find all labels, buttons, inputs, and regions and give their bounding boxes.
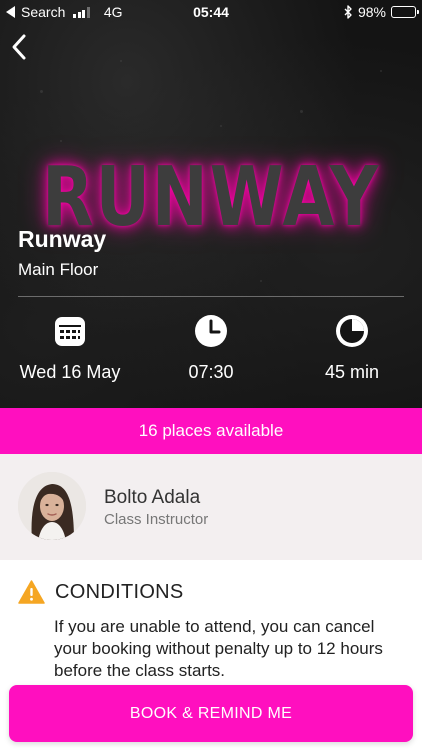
clock-icon <box>195 315 227 347</box>
status-bar: Search 4G 05:44 98% <box>0 0 422 24</box>
instructor-role: Class Instructor <box>104 511 209 528</box>
class-time-value: 07:30 <box>188 362 234 382</box>
back-chevron-icon[interactable] <box>8 32 32 62</box>
book-and-remind-button[interactable]: BOOK & REMIND ME <box>9 685 413 742</box>
status-right: 98% <box>344 4 419 20</box>
availability-banner: 16 places available <box>0 408 422 454</box>
class-date: Wed 16 May <box>0 314 140 383</box>
battery-percentage: 98% <box>357 4 386 20</box>
pie-timer-icon <box>336 315 368 347</box>
class-time: 07:30 <box>141 314 281 383</box>
class-title: Runway <box>18 226 107 252</box>
hero-divider <box>18 296 404 297</box>
battery-icon <box>391 6 419 18</box>
class-location: Main Floor <box>18 260 99 279</box>
instructor-name: Bolto Adala <box>104 487 201 508</box>
bluetooth-icon <box>344 5 352 19</box>
avatar <box>18 472 86 540</box>
calendar-icon <box>55 317 85 346</box>
conditions-header: CONDITIONS <box>18 580 184 604</box>
warning-triangle-icon <box>18 580 45 604</box>
conditions-title: CONDITIONS <box>55 580 184 603</box>
class-hero: Search 4G 05:44 98% RUNWAY Runway Main F… <box>0 0 422 408</box>
class-date-value: Wed 16 May <box>19 362 121 382</box>
conditions-text: If you are unable to attend, you can can… <box>54 617 383 680</box>
class-duration-value: 45 min <box>324 362 380 382</box>
instructor-card[interactable]: Bolto Adala Class Instructor <box>0 454 422 560</box>
class-duration: 45 min <box>282 314 422 383</box>
instructor-photo <box>18 472 86 540</box>
